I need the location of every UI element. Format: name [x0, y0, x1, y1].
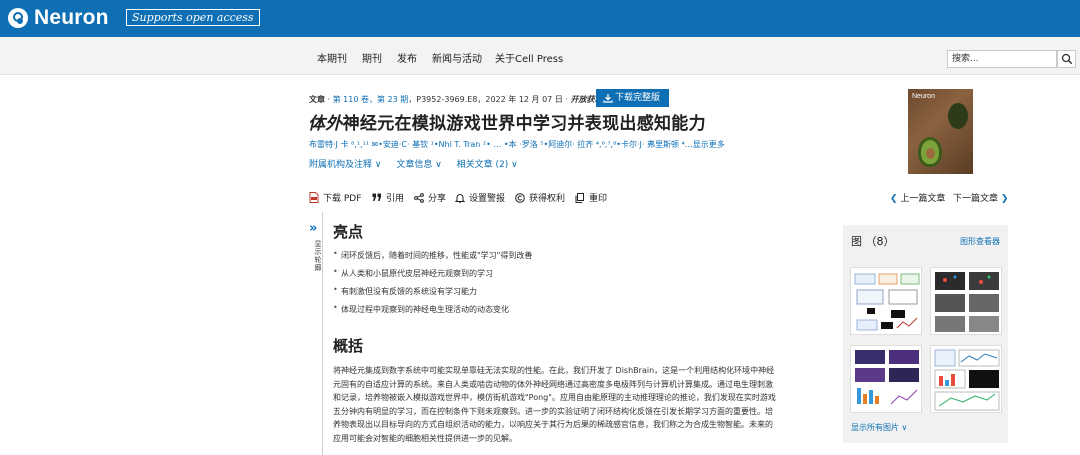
reprint-icon: [575, 192, 584, 203]
author-list[interactable]: 布雷特·J 卡 ⁸,¹,¹¹ ✉•安迪·C· 基钦 ¹•Nhi T. Tran …: [309, 139, 725, 150]
cite-button[interactable]: 引用: [372, 191, 404, 204]
pdf-icon: [309, 192, 319, 203]
figures-panel: 图 （8） 图形查看器 显示所有图片 ∨: [843, 225, 1008, 443]
cover-title: Neuron: [912, 93, 935, 100]
set-alert-button[interactable]: 设置警报: [455, 191, 505, 204]
cover-avocado-dark: [948, 103, 968, 129]
figure-4-image: [934, 349, 1000, 411]
expand-outline-icon[interactable]: »: [309, 221, 317, 236]
figure-viewer-link[interactable]: 图形查看器: [960, 236, 1000, 247]
journal-logo[interactable]: Neuron: [8, 6, 109, 30]
abstract-text: 将神经元集成到数字系统中可能实现单靠硅无法实现的性能。在此，我们开发了 Dish…: [333, 364, 833, 446]
reprint-label: 重印: [589, 194, 608, 204]
nav-item-this-journal[interactable]: 本期刊: [317, 50, 347, 65]
title-italic-part: 体外: [308, 114, 343, 134]
download-icon: [603, 94, 613, 103]
list-item: 从人类和小鼠原代皮层神经元观察到的学习: [333, 267, 493, 279]
list-item: 有刺激但没有反馈的系统没有学习能力: [333, 285, 477, 297]
nav-item-news-events[interactable]: 新闻与活动: [432, 50, 482, 65]
reprint-button[interactable]: 重印: [575, 191, 607, 204]
download-pdf-label: 下载 PDF: [323, 194, 362, 204]
search-input[interactable]: 搜索...: [947, 50, 1057, 68]
main-nav: 本期刊 期刊 发布 新闻与活动 关于Cell Press: [0, 37, 1080, 75]
logo-text: Neuron: [34, 6, 109, 29]
abstract-line: 元固有的自适应计算的系统。来自人类或啮齿动物的体外神经网络通过高密度多电极阵列与…: [333, 379, 773, 389]
bell-icon: [455, 193, 465, 203]
affiliations-toggle[interactable]: 附属机构及注释 ∨: [309, 160, 381, 170]
figure-3-image: [855, 350, 919, 405]
share-icon: [414, 192, 424, 203]
previous-article-label: 上一篇文章: [900, 194, 946, 204]
related-articles-toggle[interactable]: 相关文章 (2) ∨: [457, 160, 518, 170]
abstract-line: 和记录，培养物被嵌入模拟游戏世界中，模仿街机游戏"Pong"。应用自由能原理的主…: [333, 393, 776, 403]
article-title: 体外神经元在模拟游戏世界中学习并表现出感知能力: [308, 109, 706, 134]
volume-issue-link[interactable]: 第 110 卷，第 23 期: [333, 95, 409, 104]
figure-thumbnail-1[interactable]: [850, 267, 922, 335]
next-article-link[interactable]: 下一篇文章 ❯: [953, 191, 1008, 204]
figure-1-image: [854, 273, 920, 331]
brand-bar: Neuron Supports open access: [0, 0, 1080, 37]
copyright-icon: [515, 192, 525, 203]
abstract-line: 将神经元集成到数字系统中可能实现单靠硅无法实现的性能。在此，我们开发了 Dish…: [333, 366, 775, 375]
figure-thumbnail-3[interactable]: [850, 345, 922, 413]
download-full-issue-label: 下载完整版: [615, 93, 661, 103]
list-item: 闭环反馈后，随着时间的推移，性能或"学习"得到改善: [333, 249, 532, 261]
neuron-logo-icon: [8, 8, 28, 28]
figure-thumbnail-4[interactable]: [930, 345, 1002, 413]
article-sub-links: 附属机构及注释 ∨ 文章信息 ∨ 相关文章 (2) ∨: [309, 157, 530, 170]
nav-item-publish[interactable]: 发布: [397, 50, 417, 65]
search-icon: [1061, 53, 1073, 65]
abstract-line: 五分钟内有明显的学习，而在控制条件下则未观察到。进一步的实验证明了闭环结构化反馈…: [333, 406, 773, 416]
list-item: 体现过程中观察到的神经电生理活动的动态变化: [333, 303, 509, 315]
figure-thumbnail-2[interactable]: [930, 267, 1002, 335]
article-meta: 文章 · 第 110 卷，第 23 期，P3952-3969.E8，2022 年…: [309, 95, 603, 104]
figure-2-image: [935, 272, 999, 332]
cover-avocado-half: [918, 137, 942, 167]
cite-label: 引用: [386, 194, 405, 204]
abstract-line: 应用可能会对智能的细胞相关性提供进一步的见解。: [333, 433, 517, 443]
get-rights-label: 获得权利: [529, 194, 566, 204]
title-main-part: 神经元在模拟游戏世界中学习并表现出感知能力: [342, 114, 706, 134]
share-button[interactable]: 分享: [414, 191, 446, 204]
article-type: 文章: [309, 95, 325, 104]
next-article-label: 下一篇文章: [953, 194, 999, 204]
figures-heading: 图 （8）: [851, 235, 895, 248]
chevron-right-icon: ❯: [1000, 194, 1009, 204]
download-full-issue-button[interactable]: 下载完整版: [596, 89, 669, 107]
get-rights-button[interactable]: 获得权利: [515, 191, 565, 204]
search-button[interactable]: [1057, 50, 1076, 68]
journal-cover-image[interactable]: Neuron: [908, 89, 973, 174]
share-label: 分享: [428, 194, 447, 204]
abstract-heading: 概括: [333, 337, 364, 355]
nav-item-about-cell-press[interactable]: 关于Cell Press: [495, 50, 563, 65]
pages-date: ，P3952-3969.E8，2022 年 12 月 07 日 ·: [408, 95, 568, 104]
highlights-heading: 亮点: [333, 223, 364, 241]
download-pdf-button[interactable]: 下载 PDF: [309, 191, 361, 204]
show-outline-label[interactable]: 显示轮廓: [313, 240, 323, 272]
article-info-toggle[interactable]: 文章信息 ∨: [396, 160, 441, 170]
set-alert-label: 设置警报: [469, 194, 506, 204]
previous-article-link[interactable]: ❮ 上一篇文章: [890, 191, 945, 204]
quote-icon: [372, 193, 381, 201]
show-all-figures-link[interactable]: 显示所有图片 ∨: [851, 422, 907, 433]
open-access-badge[interactable]: Supports open access: [126, 9, 260, 26]
chevron-left-icon: ❮: [890, 194, 898, 204]
abstract-line: 养物表现出以目标导向的方式自组织活动的能力，以响应关于其行为后果的稀疏感官信息，…: [333, 420, 773, 430]
nav-item-journals[interactable]: 期刊: [362, 50, 382, 65]
